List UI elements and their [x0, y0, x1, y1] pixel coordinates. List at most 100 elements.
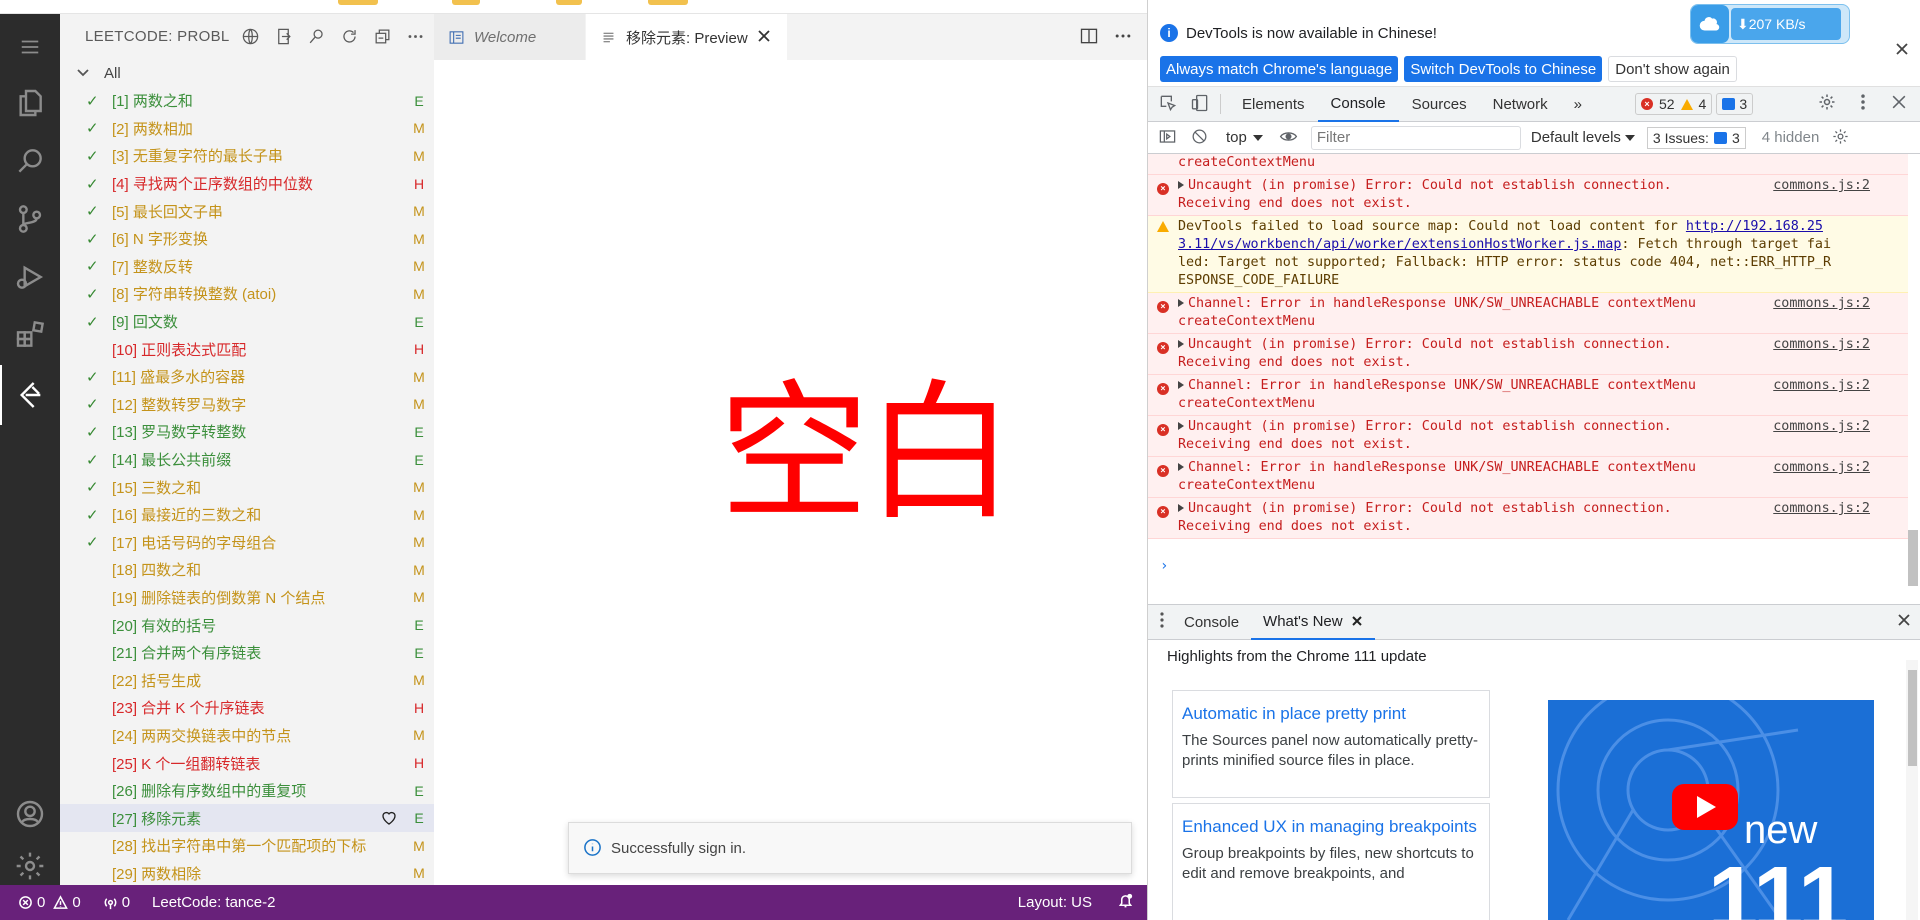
more-actions-icon[interactable] — [402, 24, 428, 50]
source-location-link[interactable]: commons.js:2 — [1773, 500, 1870, 518]
problem-item[interactable]: [27] 移除元素 E — [60, 804, 434, 833]
dont-show-again-button[interactable]: Don't show again — [1608, 56, 1737, 82]
problem-item[interactable]: [20] 有效的括号 E — [60, 611, 434, 639]
editor-more-icon[interactable] — [1113, 26, 1133, 51]
expand-triangle-icon[interactable] — [1178, 299, 1184, 307]
ports-status[interactable]: 0 — [103, 894, 130, 911]
console-message[interactable]: createContextMenu — [1148, 154, 1908, 175]
expand-triangle-icon[interactable] — [1178, 463, 1184, 471]
problem-item[interactable]: ✓ [9] 回文数 E — [60, 308, 434, 336]
problem-item[interactable]: [10] 正则表达式匹配 H — [60, 335, 434, 363]
console-filter-input[interactable]: Filter — [1310, 125, 1521, 150]
problem-item[interactable]: [24] 两两交换链表中的节点 M — [60, 722, 434, 750]
problem-item[interactable]: [28] 找出字符串中第一个匹配项的下标 M — [60, 832, 434, 860]
problem-item[interactable]: ✓ [6] N 字形变换 M — [60, 225, 434, 253]
always-match-language-button[interactable]: Always match Chrome's language — [1160, 56, 1399, 82]
search-problem-icon[interactable] — [303, 24, 329, 50]
console-message[interactable]: × Uncaught (in promise) Error: Could not … — [1148, 334, 1908, 375]
tree-root-all[interactable]: All — [60, 59, 434, 87]
close-devtools-icon[interactable] — [1889, 92, 1909, 116]
tab-elements[interactable]: Elements — [1229, 86, 1318, 122]
problem-item[interactable]: ✓ [8] 字符串转换整数 (atoi) M — [60, 280, 434, 308]
problem-item[interactable]: ✓ [3] 无重复字符的最长子串 M — [60, 142, 434, 170]
console-message[interactable]: × Uncaught (in promise) Error: Could not … — [1148, 175, 1908, 216]
collapse-all-icon[interactable] — [369, 24, 395, 50]
console-message[interactable]: × Channel: Error in handleResponse UNK/SW… — [1148, 375, 1908, 416]
tab-preview[interactable]: 移除元素: Preview — [586, 14, 788, 60]
source-location-link[interactable]: commons.js:2 — [1773, 295, 1870, 313]
live-expression-eye-icon[interactable] — [1279, 127, 1301, 149]
close-tab-icon[interactable] — [757, 29, 773, 45]
clear-console-icon[interactable] — [1190, 127, 1212, 149]
source-location-link[interactable]: commons.js:2 — [1773, 336, 1870, 354]
drawer-menu-icon[interactable] — [1160, 611, 1172, 633]
notifications-bell-icon[interactable] — [1118, 893, 1133, 912]
account-icon[interactable] — [0, 786, 60, 841]
problems-status[interactable]: 0 0 — [18, 894, 81, 911]
split-editor-icon[interactable] — [1079, 26, 1099, 51]
problem-item[interactable]: ✓ [1] 两数之和 E — [60, 87, 434, 115]
console-settings-icon[interactable] — [1831, 127, 1853, 149]
problem-item[interactable]: ✓ [11] 盛最多水的容器 M — [60, 363, 434, 391]
inspect-element-icon[interactable] — [1158, 93, 1180, 115]
refresh-icon[interactable] — [336, 24, 362, 50]
explorer-icon[interactable] — [0, 75, 60, 130]
console-message[interactable]: × Channel: Error in handleResponse UNK/SW… — [1148, 293, 1908, 334]
youtube-play-icon[interactable] — [1672, 784, 1738, 830]
problem-item[interactable]: [19] 删除链表的倒数第 N 个结点 M — [60, 584, 434, 612]
tab-console[interactable]: Console — [1317, 86, 1399, 122]
problem-item[interactable]: [22] 括号生成 M — [60, 666, 434, 694]
extensions-icon[interactable] — [0, 307, 60, 362]
whats-new-scrollbar[interactable] — [1906, 660, 1918, 920]
problem-item[interactable]: ✓ [14] 最长公共前缀 E — [60, 446, 434, 474]
tab-welcome[interactable]: Welcome — [434, 14, 586, 60]
context-selector[interactable]: top — [1226, 129, 1263, 146]
devtools-menu-icon[interactable] — [1853, 92, 1873, 116]
notification-toast[interactable]: Successfully sign in. — [568, 822, 1132, 874]
problem-item[interactable]: [21] 合并两个有序链表 E — [60, 639, 434, 667]
problem-item[interactable]: [18] 四数之和 M — [60, 556, 434, 584]
run-debug-icon[interactable] — [0, 249, 60, 304]
feature-link[interactable]: Enhanced UX in managing breakpoints — [1182, 810, 1480, 844]
source-location-link[interactable]: commons.js:2 — [1773, 459, 1870, 477]
expand-triangle-icon[interactable] — [1178, 504, 1184, 512]
problem-item[interactable]: [25] K 个一组翻转链表 H — [60, 749, 434, 777]
log-levels-dropdown[interactable]: Default levels — [1531, 129, 1635, 146]
device-toolbar-icon[interactable] — [1190, 93, 1212, 115]
source-location-link[interactable]: commons.js:2 — [1773, 377, 1870, 395]
switch-to-chinese-button[interactable]: Switch DevTools to Chinese — [1404, 56, 1603, 82]
globe-icon[interactable] — [237, 24, 263, 50]
console-prompt[interactable]: › — [1160, 558, 1168, 574]
drawer-tab-whats-new[interactable]: What's New — [1251, 604, 1375, 640]
issues-counter[interactable]: 3 — [1716, 93, 1754, 115]
problem-item[interactable]: ✓ [7] 整数反转 M — [60, 253, 434, 281]
expand-triangle-icon[interactable] — [1178, 422, 1184, 430]
problem-item[interactable]: ✓ [4] 寻找两个正序数组的中位数 H — [60, 170, 434, 198]
sign-in-icon[interactable] — [270, 24, 296, 50]
console-message[interactable]: × Channel: Error in handleResponse UNK/SW… — [1148, 457, 1908, 498]
devtools-settings-icon[interactable] — [1817, 92, 1837, 116]
menu-icon[interactable] — [0, 24, 60, 70]
source-control-icon[interactable] — [0, 191, 60, 246]
close-drawer-icon[interactable] — [1897, 613, 1911, 631]
heart-icon[interactable] — [380, 809, 398, 827]
expand-triangle-icon[interactable] — [1178, 340, 1184, 348]
source-location-link[interactable]: commons.js:2 — [1773, 418, 1870, 436]
console-message[interactable]: × Uncaught (in promise) Error: Could not … — [1148, 416, 1908, 457]
tab-sources[interactable]: Sources — [1399, 86, 1480, 122]
feature-link[interactable]: Automatic in place pretty print — [1182, 697, 1480, 731]
problem-item[interactable]: [26] 删除有序数组中的重复项 E — [60, 777, 434, 805]
console-message[interactable]: DevTools failed to load source map: Coul… — [1148, 216, 1908, 293]
problem-item[interactable]: [29] 两数相除 M — [60, 860, 434, 885]
show-sidebar-icon[interactable] — [1158, 127, 1180, 149]
problem-item[interactable]: [23] 合并 K 个升序链表 H — [60, 694, 434, 722]
problem-item[interactable]: ✓ [5] 最长回文子串 M — [60, 197, 434, 225]
issues-button[interactable]: 3 Issues: 3 — [1646, 126, 1746, 149]
chrome-111-video-thumbnail[interactable]: new 111 — [1548, 700, 1874, 920]
problem-item[interactable]: ✓ [16] 最接近的三数之和 M — [60, 501, 434, 529]
console-message[interactable]: × Uncaught (in promise) Error: Could not … — [1148, 498, 1908, 539]
more-tabs-button[interactable]: » — [1561, 86, 1595, 122]
expand-triangle-icon[interactable] — [1178, 181, 1184, 189]
problem-item[interactable]: ✓ [17] 电话号码的字母组合 M — [60, 529, 434, 557]
leetcode-icon[interactable] — [0, 365, 60, 425]
